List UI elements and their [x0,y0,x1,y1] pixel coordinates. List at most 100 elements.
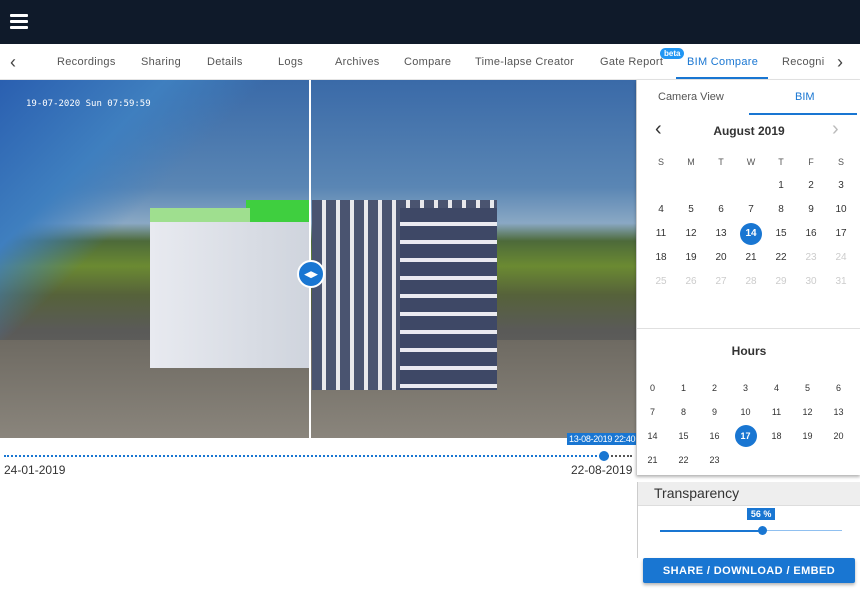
calendar-day[interactable]: 2 [796,174,826,198]
empty-cell [676,174,706,198]
hour-option[interactable]: 15 [668,424,699,448]
hour-option[interactable]: 4 [761,376,792,400]
calendar-day: 31 [835,276,847,287]
calendar-day: 29 [775,276,787,287]
hour-option[interactable]: 8 [668,400,699,424]
hour-option[interactable]: 14 [637,424,668,448]
calendar-day[interactable]: 13 [706,222,736,246]
tab-recognition[interactable]: Recogni [782,56,824,68]
hour-option[interactable]: 6 [823,376,854,400]
hour-option[interactable]: 9 [699,400,730,424]
calendar-day[interactable]: 20 [706,246,736,270]
calendar-day[interactable]: 6 [706,198,736,222]
calendar-day[interactable]: 9 [796,198,826,222]
calendar-day[interactable]: 22 [766,246,796,270]
hour-option[interactable]: 3 [730,376,761,400]
transparency-title: Transparency [638,482,860,506]
active-tab-indicator [676,77,768,79]
calendar-day[interactable]: 21 [736,246,766,270]
image-timestamp: 19-07-2020 Sun 07:59:59 [26,99,151,109]
weekday-label: W [746,157,756,167]
calendar-day[interactable]: 12 [676,222,706,246]
active-panel-tab-indicator [749,113,857,115]
empty-cell [736,174,766,198]
calendar-day[interactable]: 11 [646,222,676,246]
tab-compare[interactable]: Compare [404,56,451,68]
compare-slider-handle[interactable]: ◀▶ [297,260,325,288]
building-photo-side [400,208,497,390]
compare-divider[interactable] [309,80,311,438]
hour-option[interactable]: 7 [637,400,668,424]
weekday-label: S [657,157,664,167]
calendar-day[interactable]: 10 [826,198,856,222]
empty-cell [706,174,736,198]
divider [637,328,860,329]
transparency-slider-handle[interactable] [757,526,767,535]
transparency-value: 56 % [746,508,776,520]
calendar-day[interactable]: 4 [646,198,676,222]
hour-option[interactable]: 23 [699,448,730,472]
tab-archives[interactable]: Archives [335,56,380,68]
weekday-label: F [808,157,814,167]
hour-option[interactable]: 21 [637,448,668,472]
hours-grid: 0 1 2 3 4 5 6 7 8 9 10 11 12 13 14 15 16 17 18 19 20 21 22 23 [637,376,854,472]
chevron-left-icon[interactable]: ‹ [10,52,16,73]
chevron-right-icon[interactable]: › [837,52,843,73]
calendar-day[interactable]: 19 [676,246,706,270]
empty-cell [646,174,676,198]
hour-option[interactable]: 2 [699,376,730,400]
calendar-day[interactable]: 18 [646,246,676,270]
share-download-embed-button[interactable]: SHARE / DOWNLOAD / EMBED [643,558,855,583]
tab-logs[interactable]: Logs [278,56,303,68]
weekday-label: T [778,157,784,167]
calendar-day[interactable]: 5 [676,198,706,222]
hour-option[interactable]: 20 [823,424,854,448]
timeline-selected-tooltip: 13-08-2019 22:40 [567,433,638,445]
timeline-handle[interactable] [599,451,609,461]
calendar-day: 23 [805,252,817,263]
hour-option[interactable]: 18 [761,424,792,448]
tab-time-lapse-creator[interactable]: Time-lapse Creator [475,56,574,68]
tab-bim[interactable]: BIM [795,91,815,103]
tab-gate-report[interactable]: Gate Report [600,56,663,68]
transparency-slider-fill [660,530,762,532]
hour-option[interactable]: 1 [668,376,699,400]
tab-recordings[interactable]: Recordings [57,56,116,68]
calendar-day[interactable]: 14 [736,222,766,246]
calendar-day[interactable]: 3 [826,174,856,198]
weekday-label: S [837,157,844,167]
bim-compare-viewer[interactable]: 19-07-2020 Sun 07:59:59 ◀▶ [0,80,636,438]
top-bar [0,0,860,44]
hour-option[interactable]: 5 [792,376,823,400]
calendar-day[interactable]: 16 [796,222,826,246]
tab-camera-view[interactable]: Camera View [658,91,724,103]
hour-option[interactable]: 12 [792,400,823,424]
timeline-end-date: 22-08-2019 [571,463,633,477]
tab-bar: ‹ Recordings Sharing Details Logs Archiv… [0,44,860,80]
hour-option[interactable]: 19 [792,424,823,448]
hour-option[interactable]: 16 [699,424,730,448]
next-month-icon[interactable]: › [832,118,839,141]
calendar-day: 24 [835,252,847,263]
hour-option[interactable]: 17 [730,424,761,448]
tab-details[interactable]: Details [207,56,243,68]
hour-option[interactable]: 0 [637,376,668,400]
hour-option[interactable]: 22 [668,448,699,472]
hamburger-icon[interactable] [10,14,28,30]
hour-option[interactable]: 11 [761,400,792,424]
hour-option[interactable]: 10 [730,400,761,424]
tab-bim-compare[interactable]: BIM Compare [687,56,758,68]
timeline-start-date: 24-01-2019 [4,463,66,477]
weekday-label: T [718,157,724,167]
calendar-day[interactable]: 1 [766,174,796,198]
calendar-day[interactable]: 17 [826,222,856,246]
bim-model-overlay [150,200,310,368]
hour-option[interactable]: 13 [823,400,854,424]
calendar-day[interactable]: 15 [766,222,796,246]
timeline-track[interactable] [4,455,632,457]
calendar-day[interactable]: 8 [766,198,796,222]
transparency-section: Transparency 56 % [637,482,860,558]
calendar-day[interactable]: 7 [736,198,766,222]
beta-badge: beta [660,48,685,59]
tab-sharing[interactable]: Sharing [141,56,181,68]
